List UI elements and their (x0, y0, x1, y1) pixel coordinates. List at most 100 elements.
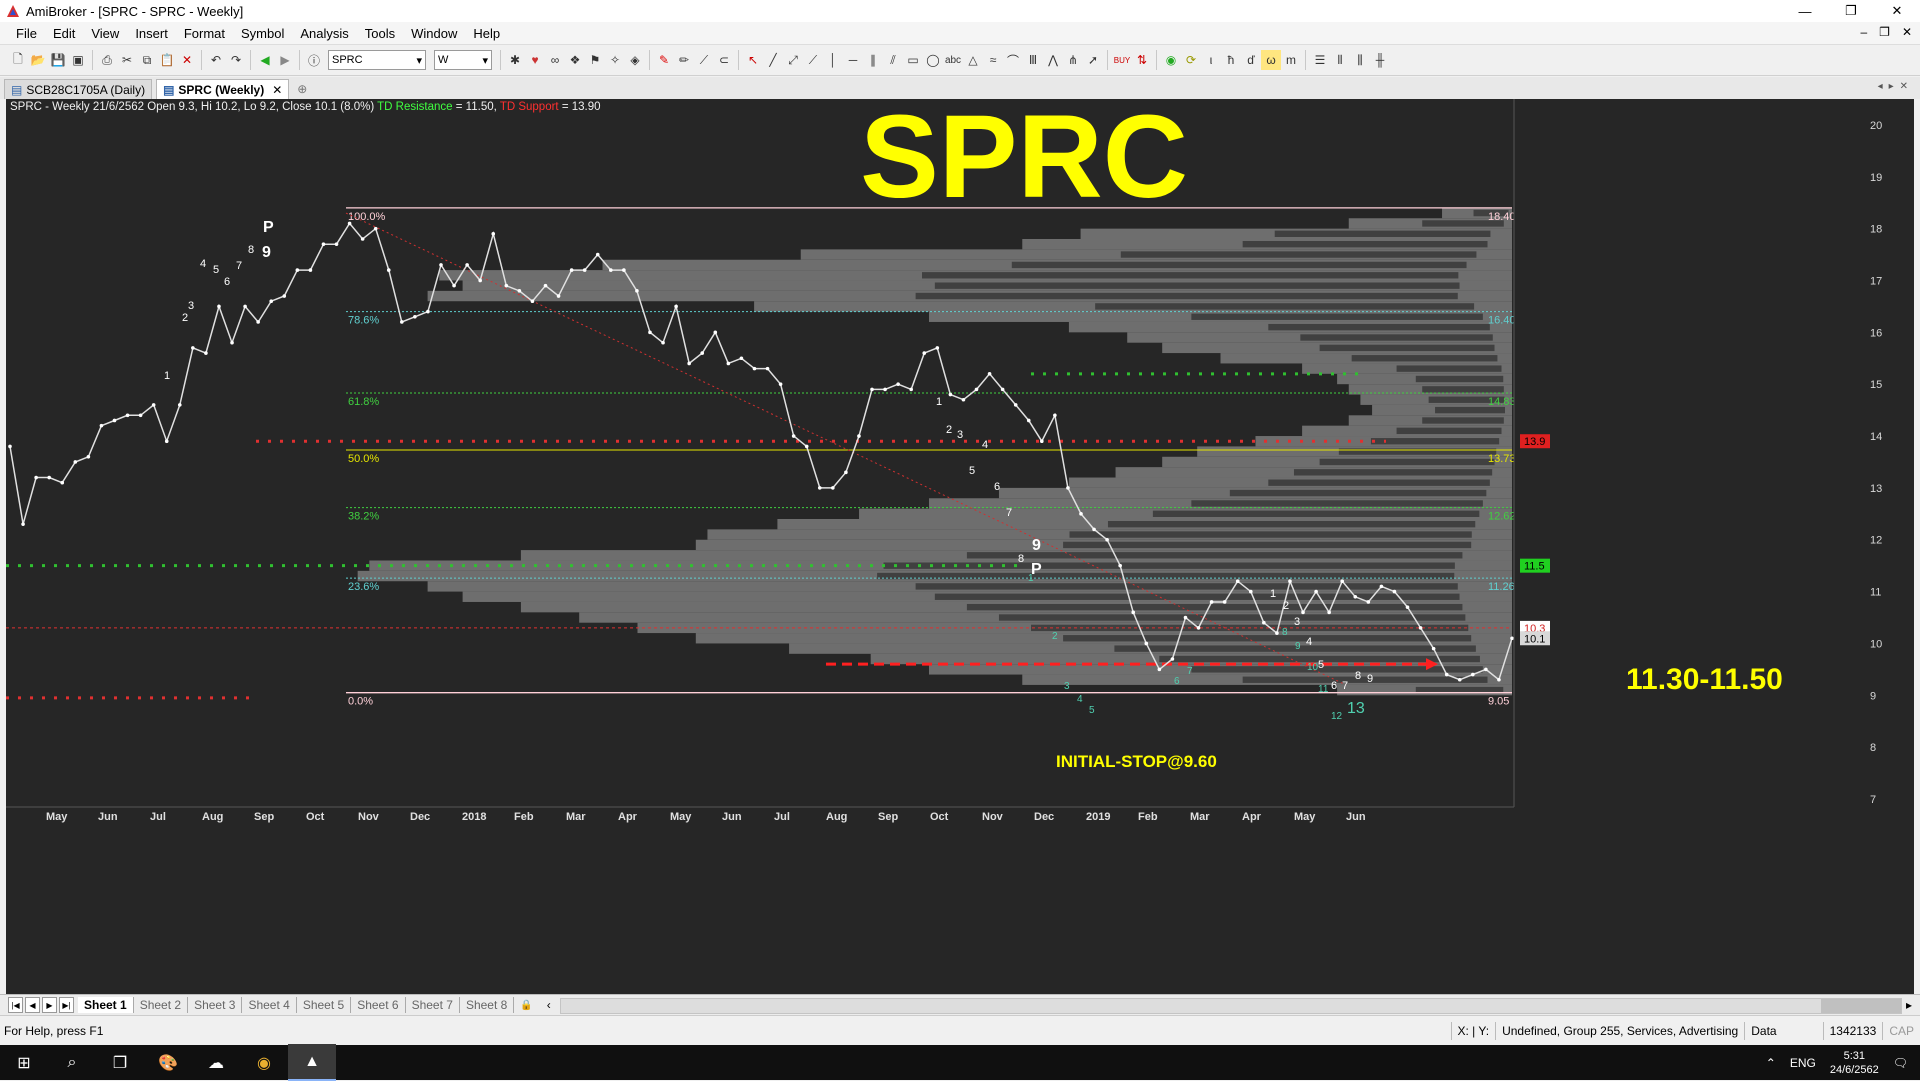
scroll-right-icon[interactable]: ▸ (1906, 998, 1912, 1012)
magnet-icon[interactable]: ⊂ (714, 50, 734, 70)
channel-icon[interactable]: ⫽ (883, 50, 903, 70)
buy-sell-icon[interactable]: BUY (1112, 50, 1132, 70)
vertical-line-icon[interactable]: │ (823, 50, 843, 70)
info-icon[interactable]: ⓘ (304, 50, 324, 70)
doc-minimize-button[interactable]: ‒ (1860, 25, 1867, 39)
open-folder-icon[interactable]: 📂 (28, 50, 48, 70)
fibonacci-icon[interactable]: ≈ (983, 50, 1003, 70)
menu-view[interactable]: View (83, 26, 127, 41)
menu-format[interactable]: Format (176, 26, 233, 41)
trade-icon[interactable]: ⇅ (1132, 50, 1152, 70)
refresh-icon[interactable]: ⟳ (1181, 50, 1201, 70)
menu-help[interactable]: Help (465, 26, 508, 41)
prev-sheet-icon[interactable]: ◀ (25, 997, 40, 1013)
select-arrow-icon[interactable]: ↖ (743, 50, 763, 70)
back-icon[interactable]: ◀ (255, 50, 275, 70)
price-chart-svg[interactable]: 100.0%18.4078.6%16.4061.8%14.8350.0%13.7… (6, 99, 1914, 994)
tray-chevron-icon[interactable]: ⌃ (1766, 1056, 1776, 1070)
language-indicator[interactable]: ENG (1790, 1056, 1816, 1070)
menu-symbol[interactable]: Symbol (233, 26, 292, 41)
arc-icon[interactable]: ⌒ (1003, 50, 1023, 70)
undo-icon[interactable]: ↶ (206, 50, 226, 70)
menu-tools[interactable]: Tools (357, 26, 403, 41)
highlighter-icon[interactable]: ⟋ (694, 50, 714, 70)
favorite-icon[interactable]: ♥ (525, 50, 545, 70)
bar-chart-icon[interactable]: ⦀ (1330, 50, 1350, 70)
sheet-tab-3[interactable]: Sheet 3 (188, 997, 242, 1013)
sheet-tab-6[interactable]: Sheet 6 (351, 997, 405, 1013)
minimize-button[interactable]: — (1782, 0, 1828, 22)
chart-style-icon[interactable]: ∞ (545, 50, 565, 70)
horizontal-line-icon[interactable]: ─ (843, 50, 863, 70)
doc-close-button[interactable]: ✕ (1902, 25, 1912, 39)
trendline-icon[interactable]: ╱ (763, 50, 783, 70)
pen-color-icon[interactable]: ✎ (654, 50, 674, 70)
scan-icon[interactable]: ⚑ (585, 50, 605, 70)
first-sheet-icon[interactable]: |◀ (8, 997, 23, 1013)
doc-restore-button[interactable]: ❐ (1879, 25, 1890, 39)
menu-file[interactable]: File (8, 26, 45, 41)
redo-icon[interactable]: ↷ (226, 50, 246, 70)
copy-icon[interactable]: ⧉ (137, 50, 157, 70)
price-chart-panel[interactable]: 100.0%18.4078.6%16.4061.8%14.8350.0%13.7… (6, 99, 1914, 994)
menu-window[interactable]: Window (403, 26, 465, 41)
tab-sprc-weekly[interactable]: ▤ SPRC (Weekly) ✕ (156, 79, 289, 99)
last-sheet-icon[interactable]: ▶| (59, 997, 74, 1013)
save-icon[interactable]: 💾 (48, 50, 68, 70)
tab-scb28c1705a[interactable]: ▤ SCB28C1705A (Daily) (4, 79, 152, 99)
maximize-button[interactable]: ❐ (1828, 0, 1874, 22)
layer-icon[interactable]: ◈ (625, 50, 645, 70)
interval-combo[interactable]: W ▾ (434, 50, 492, 70)
horizontal-scrollbar[interactable] (560, 998, 1902, 1014)
windows-start-icon[interactable]: ⊞ (0, 1045, 48, 1080)
onedrive-icon[interactable]: ☁ (192, 1045, 240, 1080)
menu-edit[interactable]: Edit (45, 26, 83, 41)
magic-icon[interactable]: ✧ (605, 50, 625, 70)
candle-chart-icon[interactable]: ⫼ (1350, 50, 1370, 70)
ray-icon[interactable]: ⤢ (783, 50, 803, 70)
arrow-tool-icon[interactable]: ➚ (1083, 50, 1103, 70)
pattern-icon[interactable]: ❖ (565, 50, 585, 70)
clock[interactable]: 5:31 24/6/2562 (1830, 1049, 1879, 1077)
triangle-icon[interactable]: △ (963, 50, 983, 70)
chrome-icon[interactable]: ◉ (240, 1045, 288, 1080)
notification-icon[interactable]: 🗨 (1893, 1056, 1908, 1070)
indicator-icon[interactable]: ✱ (505, 50, 525, 70)
sheet-tab-4[interactable]: Sheet 4 (242, 997, 296, 1013)
gann-icon[interactable]: Ⅲ (1023, 50, 1043, 70)
new-file-icon[interactable]: 🗋 (8, 50, 28, 70)
pencil-icon[interactable]: ✏ (674, 50, 694, 70)
amibroker-app-icon[interactable]: ▲ (288, 1044, 336, 1081)
sheet-tab-5[interactable]: Sheet 5 (297, 997, 351, 1013)
close-button[interactable]: ✕ (1874, 0, 1920, 22)
next-sheet-icon[interactable]: ▶ (42, 997, 57, 1013)
extended-line-icon[interactable]: ⟋ (803, 50, 823, 70)
print-icon[interactable]: ⎙ (97, 50, 117, 70)
scrollbar-thumb[interactable] (1821, 999, 1901, 1013)
task-view-icon[interactable]: ❐ (96, 1045, 144, 1080)
line-chart-icon[interactable]: ☰ (1310, 50, 1330, 70)
scroll-left-icon[interactable]: ‹ (547, 998, 551, 1012)
paste-icon[interactable]: 📋 (157, 50, 177, 70)
search-icon[interactable]: ⌕ (48, 1045, 96, 1080)
italic-i-icon[interactable]: ι (1201, 50, 1221, 70)
globe-icon[interactable]: ◉ (1161, 50, 1181, 70)
sheet-tab-1[interactable]: Sheet 1 (78, 997, 134, 1013)
sheet-tab-2[interactable]: Sheet 2 (134, 997, 188, 1013)
save-all-icon[interactable]: ▣ (68, 50, 88, 70)
tab-scroll-icons[interactable]: ◂▸✕ (1878, 81, 1914, 92)
text-tool-icon[interactable]: abc (943, 50, 963, 70)
cut-icon[interactable]: ✂ (117, 50, 137, 70)
zigzag-icon[interactable]: ⋀ (1043, 50, 1063, 70)
delete-icon[interactable]: ✕ (177, 50, 197, 70)
h-icon[interactable]: ħ (1221, 50, 1241, 70)
close-icon[interactable]: ✕ (272, 83, 282, 97)
weekly-icon[interactable]: ω (1261, 50, 1281, 70)
monthly-icon[interactable]: m (1281, 50, 1301, 70)
ohlc-icon[interactable]: ╫ (1370, 50, 1390, 70)
ellipse-icon[interactable]: ◯ (923, 50, 943, 70)
sheet-tab-8[interactable]: Sheet 8 (460, 997, 514, 1013)
d-icon[interactable]: ď (1241, 50, 1261, 70)
new-tab-icon[interactable]: ⊕ (297, 82, 307, 96)
menu-insert[interactable]: Insert (127, 26, 176, 41)
